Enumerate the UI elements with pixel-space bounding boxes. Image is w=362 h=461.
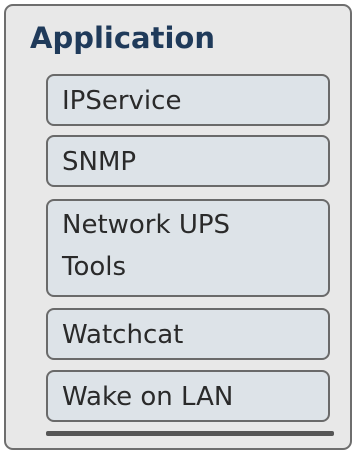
menu-item-wake-on-lan[interactable]: Wake on LAN [46,370,330,422]
menu-item-ipservice[interactable]: IPService [46,74,330,126]
menu-item-label: IPService [62,86,182,116]
application-menu-panel: Application IPService SNMP Network UPS T… [4,4,352,450]
menu-item-label: SNMP [62,147,137,177]
menu-item-label: Wake on LAN [62,382,234,412]
menu-item-label-line-1: Network UPS [62,210,231,240]
panel-title: Application [30,21,215,55]
menu-item-snmp[interactable]: SNMP [46,135,330,187]
menu-item-label-line-2: Tools [62,252,127,282]
menu-item-label: Watchcat [62,320,184,350]
menu-divider [46,431,334,436]
menu-item-watchcat[interactable]: Watchcat [46,308,330,360]
menu-item-network-ups-tools[interactable]: Network UPS Tools [46,199,330,297]
